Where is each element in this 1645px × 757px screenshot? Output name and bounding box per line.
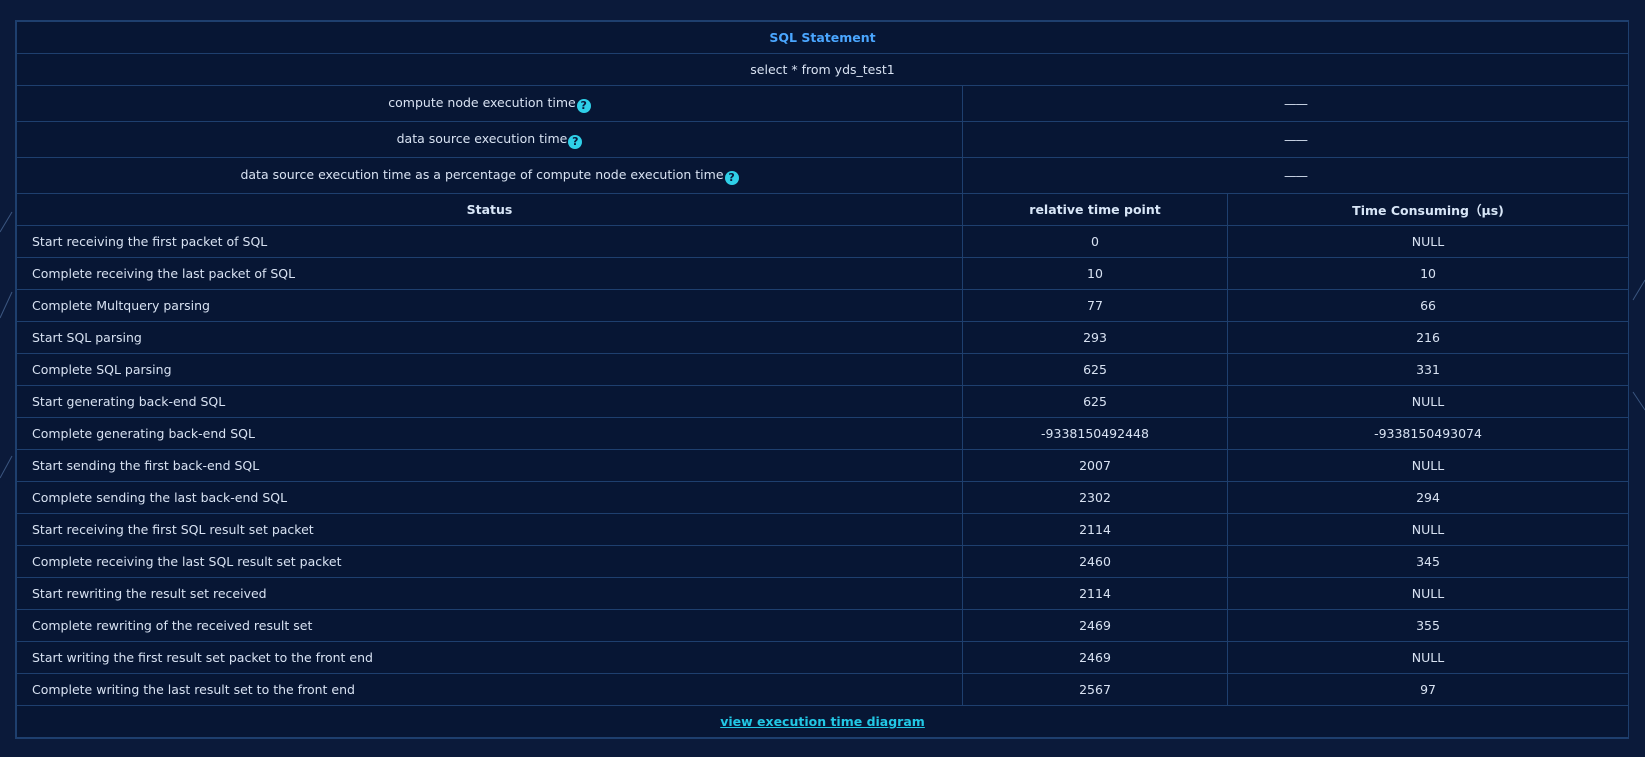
metric-label-cell: compute node execution time? — [16, 85, 963, 122]
sql-statement-header-row: SQL Statement — [15, 21, 1630, 54]
time-consuming-cell: NULL — [1226, 513, 1630, 546]
status-cell: Start receiving the first SQL result set… — [16, 513, 963, 546]
status-cell: Complete SQL parsing — [16, 353, 963, 386]
time-consuming-cell: 294 — [1226, 481, 1630, 514]
table-body: Start receiving the first packet of SQL 0… — [16, 225, 1630, 706]
table-row: Start writing the first result set packe… — [16, 641, 1630, 674]
time-consuming-cell: NULL — [1226, 577, 1630, 610]
relative-time-point-cell: 2469 — [962, 641, 1228, 674]
metric-label: compute node execution time — [388, 94, 576, 110]
relative-time-point-cell: 2114 — [962, 577, 1228, 610]
relative-time-point-cell: -9338150492448 — [962, 417, 1228, 450]
time-consuming-cell: NULL — [1226, 385, 1630, 418]
footer-cell: view execution time diagram — [15, 705, 1630, 738]
metric-value: —— — [961, 85, 1630, 122]
sql-trace-panel: SQL Statement select * from yds_test1 co… — [15, 20, 1630, 739]
metric-label: data source execution time — [396, 130, 568, 146]
column-header-row: Status relative time point Time Consumin… — [16, 193, 1630, 226]
time-consuming-cell: 345 — [1226, 545, 1630, 578]
table-row: Complete rewriting of the received resul… — [16, 609, 1630, 642]
metric-label-cell: data source execution time? — [16, 121, 963, 158]
table-row: Complete generating back-end SQL -9338150… — [16, 417, 1630, 450]
table-row: Complete receiving the last packet of SQ… — [16, 257, 1630, 290]
question-circle-icon[interactable]: ? — [568, 134, 583, 149]
time-consuming-cell: 331 — [1226, 353, 1630, 386]
time-consuming-cell: NULL — [1226, 449, 1630, 482]
metric-value: —— — [961, 157, 1630, 194]
table-row: Complete receiving the last SQL result s… — [16, 545, 1630, 578]
table-row: Complete Multquery parsing 77 66 — [16, 289, 1630, 322]
metric-value: —— — [961, 121, 1630, 158]
sql-statement-row: select * from yds_test1 — [15, 53, 1630, 86]
time-consuming-cell: -9338150493074 — [1226, 417, 1630, 450]
relative-time-point-cell: 0 — [962, 225, 1228, 258]
status-cell: Start writing the first result set packe… — [16, 641, 963, 674]
table-row: Start generating back-end SQL 625 NULL — [16, 385, 1630, 418]
status-cell: Complete generating back-end SQL — [16, 417, 963, 450]
status-cell: Complete rewriting of the received resul… — [16, 609, 963, 642]
status-cell: Start rewriting the result set received — [16, 577, 963, 610]
table-row: Start receiving the first SQL result set… — [16, 513, 1630, 546]
metric-label-cell: data source execution time as a percenta… — [16, 157, 963, 194]
metric-row: data source execution time? —— — [16, 121, 1630, 158]
status-cell: Complete sending the last back-end SQL — [16, 481, 963, 514]
time-consuming-cell: 355 — [1226, 609, 1630, 642]
status-cell: Start receiving the first packet of SQL — [16, 225, 963, 258]
time-consuming-cell: 66 — [1226, 289, 1630, 322]
table-row: Start sending the first back-end SQL 2007… — [16, 449, 1630, 482]
sql-trace-table: SQL Statement select * from yds_test1 co… — [15, 21, 1630, 738]
relative-time-point-cell: 293 — [962, 321, 1228, 354]
time-consuming-cell: 216 — [1226, 321, 1630, 354]
relative-time-point-cell: 625 — [962, 353, 1228, 386]
table-row: Complete SQL parsing 625 331 — [16, 353, 1630, 386]
status-cell: Complete writing the last result set to … — [16, 673, 963, 706]
table-row: Complete sending the last back-end SQL 23… — [16, 481, 1630, 514]
relative-time-point-cell: 2460 — [962, 545, 1228, 578]
relative-time-point-cell: 2114 — [962, 513, 1228, 546]
time-consuming-cell: 97 — [1226, 673, 1630, 706]
status-cell: Start sending the first back-end SQL — [16, 449, 963, 482]
metric-row: data source execution time as a percenta… — [16, 157, 1630, 194]
table-row: Complete writing the last result set to … — [16, 673, 1630, 706]
metric-row: compute node execution time? —— — [16, 85, 1630, 122]
table-row: Start rewriting the result set received 2… — [16, 577, 1630, 610]
time-consuming-cell: NULL — [1226, 641, 1630, 674]
sql-statement-text: select * from yds_test1 — [15, 53, 1630, 86]
question-circle-icon[interactable]: ? — [724, 170, 739, 185]
status-cell: Complete receiving the last packet of SQ… — [16, 257, 963, 290]
relative-time-point-cell: 2469 — [962, 609, 1228, 642]
time-consuming-cell: NULL — [1226, 225, 1630, 258]
status-cell: Complete Multquery parsing — [16, 289, 963, 322]
column-header-relative-time-point: relative time point — [962, 193, 1228, 226]
relative-time-point-cell: 2007 — [962, 449, 1228, 482]
time-consuming-cell: 10 — [1226, 257, 1630, 290]
view-execution-time-diagram-link[interactable]: view execution time diagram — [720, 714, 925, 729]
column-header-status: Status — [16, 193, 963, 226]
table-row: Start SQL parsing 293 216 — [16, 321, 1630, 354]
relative-time-point-cell: 2567 — [962, 673, 1228, 706]
column-header-time-consuming: Time Consuming（μs) — [1226, 193, 1630, 226]
status-cell: Start SQL parsing — [16, 321, 963, 354]
sql-statement-header: SQL Statement — [15, 21, 1630, 54]
table-row: Start receiving the first packet of SQL 0… — [16, 225, 1630, 258]
status-cell: Complete receiving the last SQL result s… — [16, 545, 963, 578]
footer-row: view execution time diagram — [15, 705, 1630, 738]
metric-label: data source execution time as a percenta… — [240, 166, 724, 182]
status-cell: Start generating back-end SQL — [16, 385, 963, 418]
relative-time-point-cell: 2302 — [962, 481, 1228, 514]
relative-time-point-cell: 625 — [962, 385, 1228, 418]
question-circle-icon[interactable]: ? — [576, 98, 591, 113]
relative-time-point-cell: 77 — [962, 289, 1228, 322]
relative-time-point-cell: 10 — [962, 257, 1228, 290]
